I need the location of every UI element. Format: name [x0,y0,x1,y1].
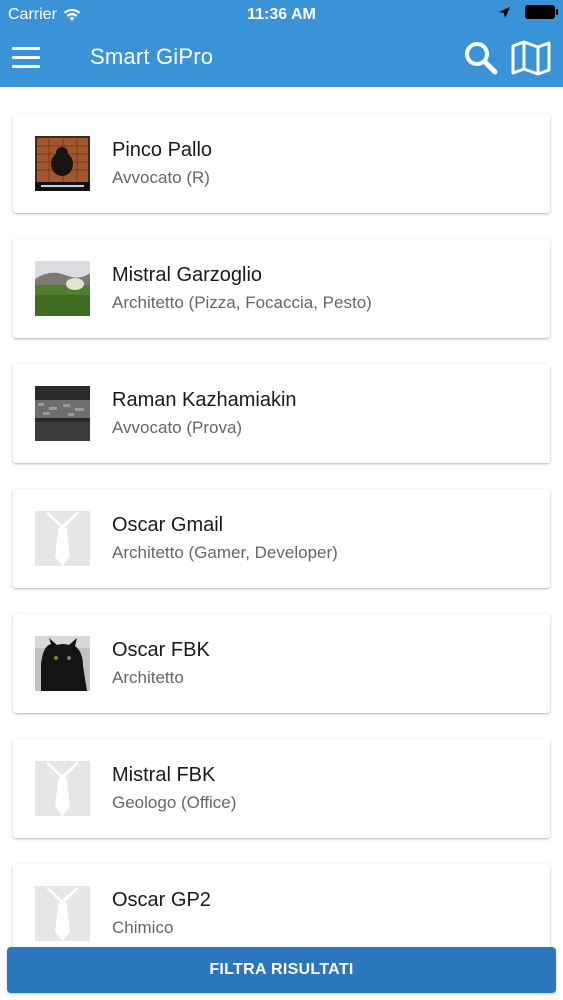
professional-name: Mistral FBK [112,764,216,786]
avatar [35,261,90,316]
status-bar: Carrier 11:36 AM [0,0,563,30]
professional-name: Oscar GP2 [112,889,211,911]
app-title: Smart GiPro [90,44,214,69]
avatar [35,511,90,566]
list-item[interactable]: Mistral Garzoglio Architetto (Pizza, Foc… [13,239,550,338]
professional-role: Avvocato (R) [112,168,210,187]
professional-role: Geologo (Office) [112,793,237,812]
filter-results-button[interactable]: FILTRA RISULTATI [7,947,556,993]
avatar [35,761,90,816]
search-icon[interactable] [463,40,499,76]
list-item[interactable]: Mistral FBK Geologo (Office) [13,739,550,838]
status-right [498,5,558,19]
app-bar: Smart GiPro [0,30,563,87]
professional-role: Architetto [112,668,184,687]
map-icon[interactable] [511,40,551,76]
battery-icon [525,5,558,19]
professional-name: Raman Kazhamiakin [112,389,297,411]
avatar [35,636,90,691]
avatar [35,886,90,941]
professional-name: Oscar FBK [112,639,210,661]
list-item[interactable]: Oscar Gmail Architetto (Gamer, Developer… [13,489,550,588]
list-item[interactable]: Pinco Pallo Avvocato (R) [13,114,550,213]
app-header: Carrier 11:36 AM Smart GiPro [0,0,563,87]
professional-name: Mistral Garzoglio [112,264,263,286]
professionals-list[interactable]: Pinco Pallo Avvocato (R) Mistral Garzogl… [0,87,563,947]
list-item[interactable]: Oscar FBK Architetto [13,614,550,713]
avatar [35,386,90,441]
professional-role: Avvocato (Prova) [112,418,243,437]
list-item[interactable]: Oscar GP2 Chimico [13,864,550,947]
professional-role: Architetto (Pizza, Focaccia, Pesto) [112,293,372,312]
status-time: 11:36 AM [247,6,316,23]
hamburger-menu-icon[interactable] [12,45,42,69]
list-item[interactable]: Raman Kazhamiakin Avvocato (Prova) [13,364,550,463]
professional-role: Architetto (Gamer, Developer) [112,543,338,562]
professional-role: Chimico [112,918,174,937]
professional-name: Oscar Gmail [112,514,224,536]
avatar [35,136,90,191]
professional-name: Pinco Pallo [112,139,213,161]
location-arrow-icon [499,6,510,18]
